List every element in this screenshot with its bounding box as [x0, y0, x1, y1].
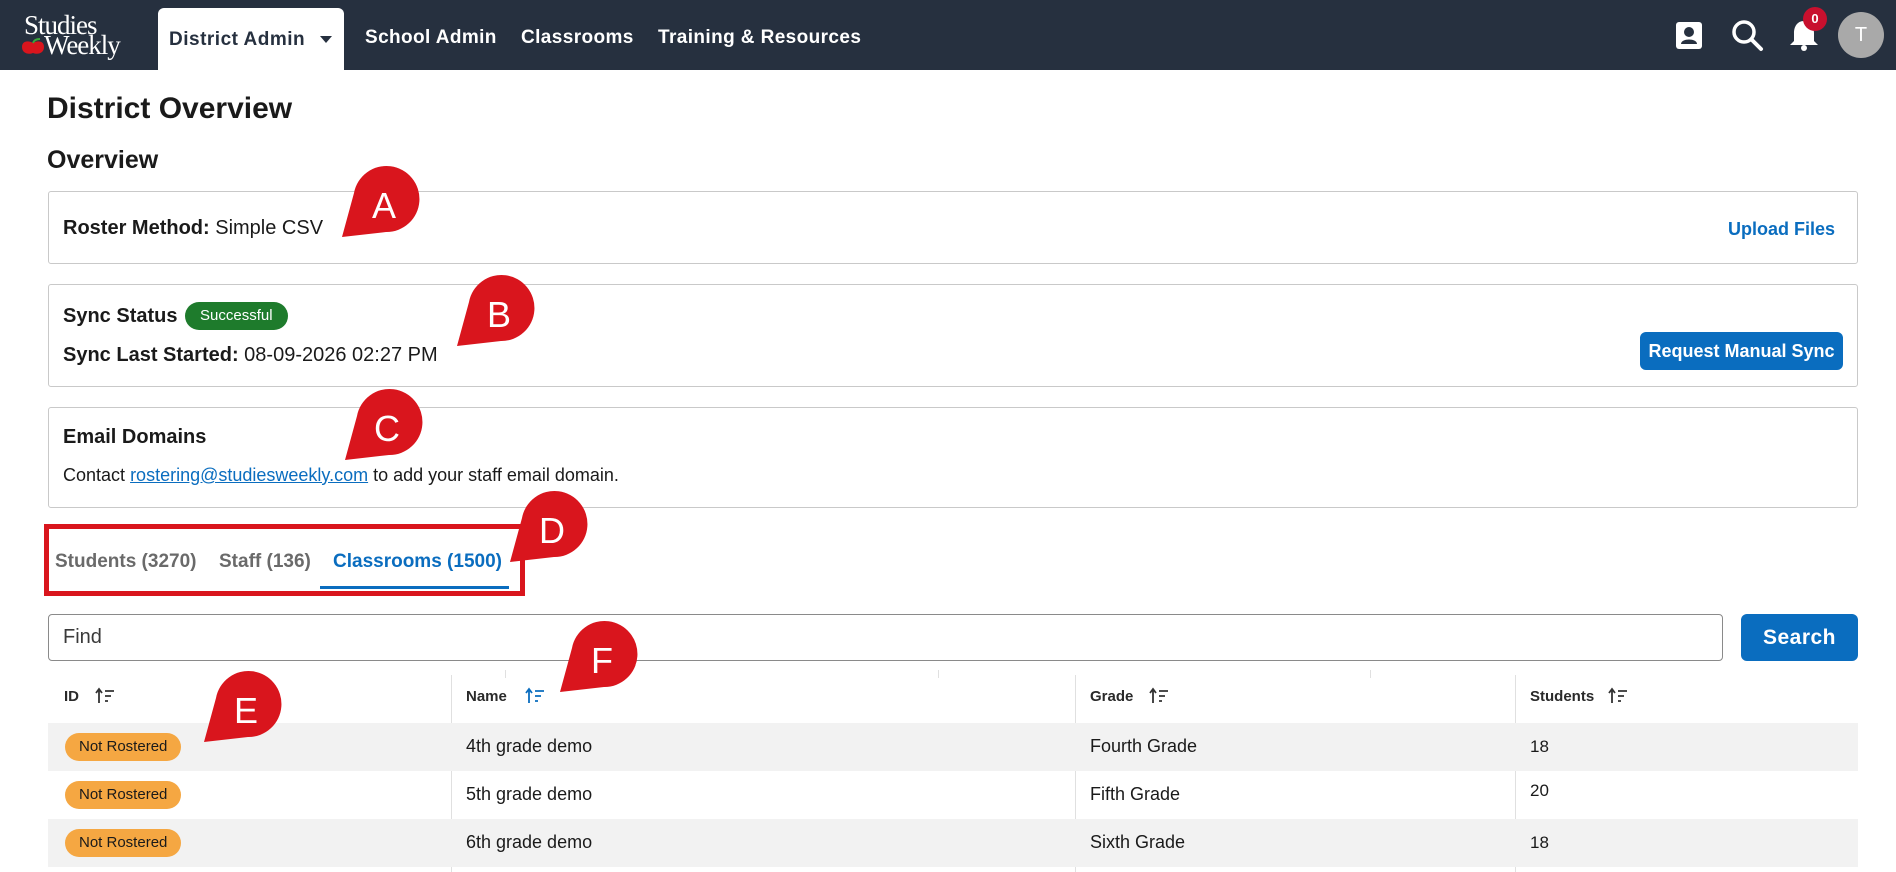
chevron-down-icon [320, 36, 332, 43]
students-count-cell: 20 [1530, 781, 1549, 800]
grade-cell: Fourth Grade [1090, 736, 1198, 756]
nav-tab-district-admin-label: District Admin [169, 29, 306, 50]
column-resize-handle[interactable] [505, 670, 506, 678]
column-header-grade[interactable]: Grade [1090, 688, 1133, 705]
grade-cell: Sixth Grade [1090, 832, 1186, 852]
column-header-name[interactable]: Name [466, 688, 507, 705]
email-prefix-text: Contact [63, 465, 126, 485]
not-rostered-badge: Not Rostered [65, 733, 182, 761]
annotation-marker-c: C [345, 389, 423, 460]
grade-cell: Fifth Grade [1090, 784, 1181, 804]
logo-text-line2: Weekly [44, 30, 121, 60]
table-row[interactable]: Not Rostered 6th grade demo Sixth Grade … [48, 819, 1858, 867]
sync-last-started-value: 08-09-2026 02:27 PM [244, 344, 438, 366]
contact-card-icon[interactable] [1671, 17, 1707, 53]
user-avatar[interactable]: T [1838, 12, 1884, 58]
studies-weekly-logo[interactable]: Studies Weekly [18, 8, 138, 62]
column-header-students[interactable]: Students [1530, 688, 1594, 705]
apple-logo-icon [22, 38, 44, 54]
nav-tab-district-admin[interactable]: District Admin [158, 8, 344, 70]
not-rostered-badge: Not Rostered [65, 829, 182, 857]
rostering-email-link[interactable]: rostering@studiesweekly.com [130, 465, 368, 485]
notification-count-badge: 0 [1803, 7, 1827, 31]
sort-icon[interactable] [1148, 686, 1170, 706]
email-domains-heading: Email Domains [63, 426, 207, 448]
annotation-marker-d: D [510, 491, 588, 562]
roster-method-card: Roster Method: Simple CSV Upload Files [48, 191, 1858, 264]
nav-link-training-resources[interactable]: Training & Resources [658, 27, 861, 49]
nav-link-school-admin[interactable]: School Admin [365, 27, 497, 49]
sync-last-started-label: Sync Last Started: [63, 344, 239, 366]
request-manual-sync-button[interactable]: Request Manual Sync [1640, 332, 1843, 370]
top-nav-bar: Studies Weekly District Admin School Adm… [0, 0, 1896, 70]
not-rostered-badge: Not Rostered [65, 781, 182, 809]
search-icon[interactable] [1729, 17, 1765, 53]
annotation-marker-a: A [342, 166, 420, 237]
nav-link-classrooms[interactable]: Classrooms [521, 27, 634, 49]
email-domains-text: Contact rostering@studiesweekly.com to a… [63, 465, 619, 486]
roster-method-value: Simple CSV [215, 217, 324, 239]
annotation-highlight-box [44, 524, 525, 596]
sync-status-label: Sync Status [63, 305, 178, 327]
email-domains-card: Email Domains Contact rostering@studiesw… [48, 407, 1858, 508]
page-title: District Overview [47, 92, 293, 125]
sync-status-badge: Successful [185, 302, 288, 330]
sync-last-started-row: Sync Last Started: 08-09-2026 02:27 PM [63, 344, 438, 367]
find-input[interactable] [48, 614, 1723, 661]
upload-files-link[interactable]: Upload Files [1728, 219, 1835, 240]
column-resize-handle[interactable] [1370, 670, 1371, 678]
students-count-cell: 18 [1530, 833, 1549, 852]
column-header-id[interactable]: ID [64, 688, 79, 705]
sort-ascending-active-icon[interactable] [524, 686, 546, 706]
annotation-marker-b: B [457, 275, 535, 346]
annotation-marker-e: E [204, 671, 282, 742]
email-suffix-text: to add your staff email domain. [373, 465, 619, 485]
roster-method-label: Roster Method: [63, 217, 210, 239]
sort-icon[interactable] [1607, 686, 1629, 706]
classroom-name-cell: 4th grade demo [466, 736, 593, 756]
annotation-marker-f: F [560, 621, 638, 692]
sort-icon[interactable] [94, 686, 116, 706]
classroom-name-cell: 6th grade demo [466, 832, 593, 852]
sync-status-card: Sync Status Successful Sync Last Started… [48, 284, 1858, 387]
table-row[interactable]: Not Rostered 5th grade demo Fifth Grade … [48, 771, 1858, 819]
roster-method-row: Roster Method: Simple CSV [63, 217, 323, 240]
search-button[interactable]: Search [1741, 614, 1858, 661]
table-row[interactable]: Not Rostered 4th grade demo Fourth Grade… [48, 723, 1858, 771]
students-count-cell: 18 [1530, 737, 1549, 756]
column-resize-handle[interactable] [938, 670, 939, 678]
section-title: Overview [47, 146, 159, 174]
classroom-name-cell: 5th grade demo [466, 784, 593, 804]
